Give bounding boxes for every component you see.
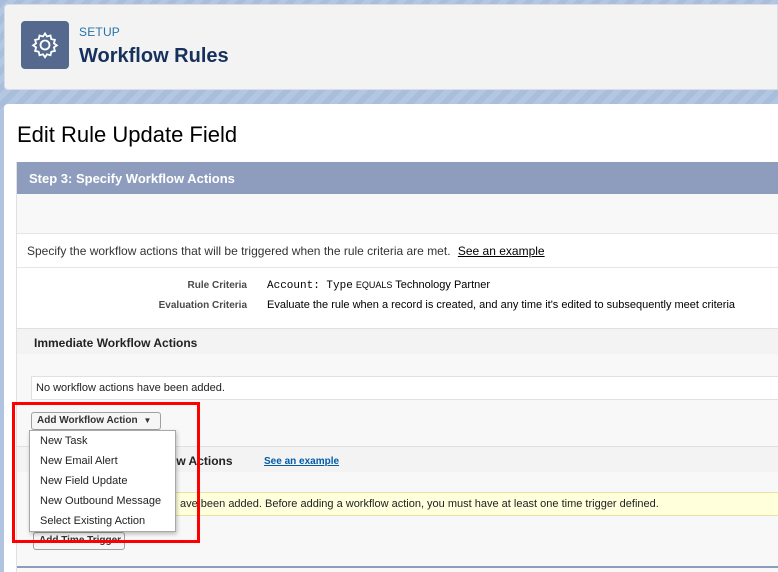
time-triggered-header-label: ow Actions [169, 454, 233, 468]
add-time-trigger-button[interactable]: Add Time Trigger [33, 532, 125, 550]
header-title: Workflow Rules [79, 45, 229, 67]
breadcrumb[interactable]: SETUP [79, 25, 120, 39]
rule-criteria-operand: Technology Partner [395, 279, 491, 291]
menu-item-new-outbound-message[interactable]: New Outbound Message [30, 491, 175, 511]
time-triggered-see-example-link[interactable]: See an example [264, 456, 339, 467]
menu-item-new-task[interactable]: New Task [30, 431, 175, 451]
blank-row [17, 194, 778, 234]
rule-criteria-field: Account: Type [267, 280, 353, 292]
setup-header: SETUP Workflow Rules [4, 4, 778, 90]
step-description-row: Specify the workflow actions that will b… [17, 234, 778, 268]
menu-item-new-field-update[interactable]: New Field Update [30, 471, 175, 491]
add-workflow-action-label: Add Workflow Action [37, 415, 138, 426]
menu-item-select-existing-action[interactable]: Select Existing Action [30, 511, 175, 531]
time-trigger-warning-text: ave been added. Before adding a workflow… [180, 498, 659, 510]
gear-icon [21, 21, 69, 69]
immediate-actions-header: Immediate Workflow Actions [17, 328, 778, 354]
immediate-empty-message: No workflow actions have been added. [31, 376, 778, 400]
rule-criteria-label: Rule Criteria [187, 280, 247, 291]
rule-criteria-operator: EQUALS [355, 280, 393, 290]
caret-down-icon: ▼ [143, 416, 152, 425]
page-title: Edit Rule Update Field [17, 122, 238, 147]
evaluation-criteria-value: Evaluate the rule when a record is creat… [267, 299, 736, 311]
step-description: Specify the workflow actions that will b… [27, 244, 451, 258]
add-workflow-action-button[interactable]: Add Workflow Action ▼ [31, 412, 161, 430]
section-bottom-rule [17, 566, 778, 568]
see-example-link[interactable]: See an example [458, 244, 545, 258]
evaluation-criteria-label: Evaluation Criteria [158, 300, 247, 311]
menu-item-new-email-alert[interactable]: New Email Alert [30, 451, 175, 471]
rule-criteria-value: Account: Type EQUALS Technology Partner [267, 279, 490, 292]
workflow-action-dropdown-menu: New Task New Email Alert New Field Updat… [29, 430, 176, 532]
step-title: Step 3: Specify Workflow Actions [17, 162, 778, 194]
criteria-block: Rule Criteria Account: Type EQUALS Techn… [17, 268, 778, 328]
